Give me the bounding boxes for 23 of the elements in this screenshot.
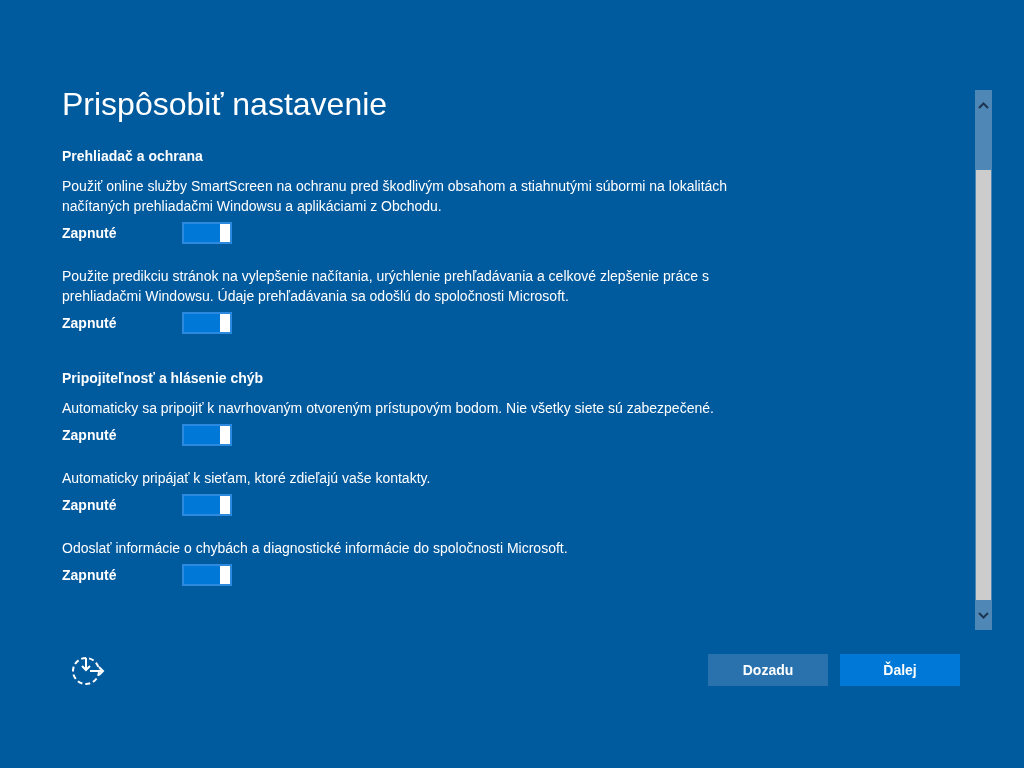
toggle-switch[interactable] bbox=[182, 312, 232, 334]
toggle-state-label: Zapnuté bbox=[62, 425, 118, 445]
scroll-down-icon[interactable] bbox=[978, 611, 989, 619]
page-title: Prispôsobiť nastavenie bbox=[62, 85, 389, 124]
back-button[interactable]: Dozadu bbox=[708, 654, 828, 686]
toggle-switch[interactable] bbox=[182, 494, 232, 516]
toggle-state-label: Zapnuté bbox=[62, 495, 118, 515]
toggle-state-label: Zapnuté bbox=[62, 313, 118, 333]
section-heading: Pripojiteľnosť a hlásenie chýb bbox=[62, 369, 265, 388]
setting-description: Použite predikciu stránok na vylepšenie načítania, urýchlenie prehľadávania a celkové zlepšenie práce s prehliadačmi Windowsu. Údaje prehľadávania sa odošlú do spoločnosti Microsoft. bbox=[62, 267, 710, 306]
scrollbar[interactable] bbox=[975, 90, 992, 630]
setting-description: Automaticky pripájať k sieťam, ktoré zdieľajú vaše kontakty. bbox=[62, 469, 432, 488]
scroll-up-icon[interactable] bbox=[978, 101, 989, 109]
section-heading: Prehliadač a ochrana bbox=[62, 147, 204, 166]
toggle-state-label: Zapnuté bbox=[62, 565, 118, 585]
toggle-switch[interactable] bbox=[182, 222, 232, 244]
setting-description: Automaticky sa pripojiť k navrhovaným otvoreným prístupovým bodom. Nie všetky siete sú zabezpečené. bbox=[62, 399, 715, 418]
toggle-state-label: Zapnuté bbox=[62, 223, 118, 243]
toggle-switch[interactable] bbox=[182, 564, 232, 586]
next-button[interactable]: Ďalej bbox=[840, 654, 960, 686]
setting-description: Použiť online služby SmartScreen na ochranu pred škodlivým obsahom a stiahnutými súbormi na lokalitách načítaných prehliadačmi Windowsu a aplikáciami z Obchodu. bbox=[62, 177, 729, 216]
setting-description: Odoslať informácie o chybách a diagnostické informácie do spoločnosti Microsoft. bbox=[62, 539, 569, 558]
toggle-switch[interactable] bbox=[182, 424, 232, 446]
